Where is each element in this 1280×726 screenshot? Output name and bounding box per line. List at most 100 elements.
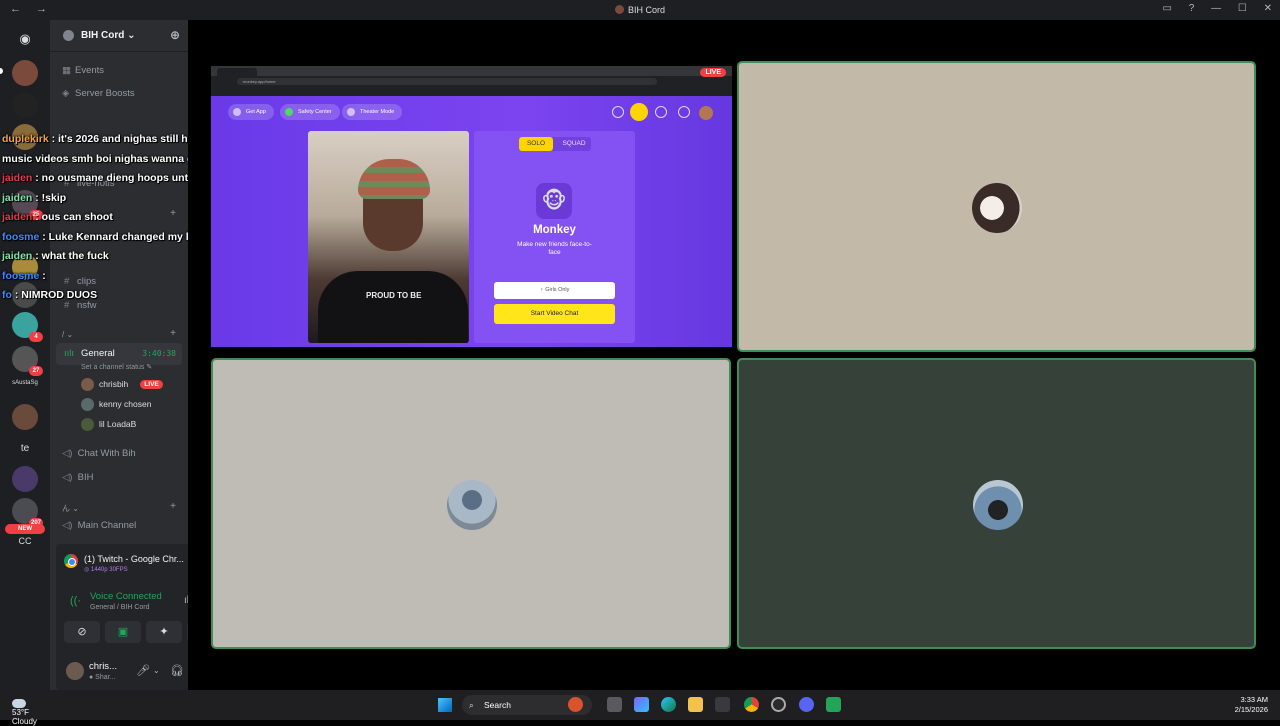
squad-tab[interactable]: SQUAD: [557, 137, 591, 151]
coin-icon[interactable]: [630, 103, 648, 121]
server-icon[interactable]: [12, 404, 38, 430]
discord-icon[interactable]: [799, 697, 814, 712]
edge-icon[interactable]: [661, 697, 676, 712]
participant-tile[interactable]: [737, 61, 1256, 352]
browser-tab: [217, 68, 257, 76]
windows-start-icon[interactable]: [438, 698, 452, 712]
server-avatar-icon: [614, 5, 624, 14]
user-name[interactable]: chris...: [89, 661, 117, 672]
minimize-button[interactable]: —: [1211, 3, 1221, 14]
guild-name: BIH Cord ⌄: [81, 30, 136, 41]
copilot-icon[interactable]: [634, 697, 649, 712]
voice-user[interactable]: lil LoadaB: [81, 418, 136, 432]
search-highlight-icon[interactable]: [568, 697, 583, 712]
participant-tile[interactable]: [211, 358, 731, 649]
voice-connected-sub[interactable]: General / BIH Cord: [90, 604, 150, 611]
nav-label: Safety Center: [298, 109, 332, 115]
server-list: ◉ 25 4 27 sAustaSg te 207 NEW CC: [0, 20, 50, 690]
chat-text: : what the fuck: [32, 250, 109, 262]
app-icon[interactable]: [826, 697, 841, 712]
discord-home-icon[interactable]: ◉: [12, 26, 38, 52]
unread-indicator: [0, 68, 3, 74]
guild-header[interactable]: BIH Cord ⌄ ⊕: [50, 20, 188, 52]
server-text-icon[interactable]: CC: [8, 536, 42, 546]
chat-username: jaiden: [2, 211, 33, 223]
chat-text: :: [39, 269, 46, 282]
server-icon[interactable]: [12, 60, 38, 86]
channel-sidebar: BIH Cord ⌄ ⊕ ▦ Events ◈ Server Boosts # liv…: [50, 20, 232, 690]
history-icon[interactable]: [655, 106, 667, 118]
events-item[interactable]: ▦ Events: [62, 65, 104, 76]
chevron-down-icon[interactable]: ⌄: [153, 666, 160, 675]
settings-icon[interactable]: [678, 106, 690, 118]
calendar-icon: ▦: [62, 65, 71, 76]
file-explorer-icon[interactable]: [688, 697, 703, 712]
get-app-button[interactable]: Get App: [228, 104, 274, 120]
task-view-icon[interactable]: [607, 697, 622, 712]
avatar[interactable]: [66, 662, 84, 680]
server-icon[interactable]: [12, 466, 38, 492]
category-header[interactable]: / ⌄: [62, 330, 73, 339]
bookmarks-bar: [217, 88, 697, 93]
server-text-icon[interactable]: sAustaSg: [8, 380, 42, 386]
server-icon[interactable]: [12, 92, 38, 118]
server-boosts-item[interactable]: ◈ Server Boosts: [62, 88, 135, 99]
girls-only-button[interactable]: ♀ Girls Only: [494, 282, 615, 299]
voice-user-name: chrisbih: [99, 378, 129, 389]
channel-label: Main Channel: [77, 520, 137, 531]
person-add-icon[interactable]: ⊕: [170, 28, 180, 42]
server-text-icon[interactable]: te: [8, 443, 42, 454]
weather-widget[interactable]: 53°F Cloudy: [12, 696, 37, 726]
app-icon[interactable]: [771, 697, 786, 712]
voice-user[interactable]: chrisbih LIVE: [81, 378, 163, 392]
inbox-icon[interactable]: ▭: [1163, 3, 1172, 14]
mode-toggle[interactable]: SOLO SQUAD: [519, 137, 591, 151]
boost-icon: ◈: [62, 88, 70, 99]
window-titlebar: ← → BIH Cord ▭ ? — ☐ ✕: [0, 0, 1280, 20]
server-icon[interactable]: 4: [12, 312, 43, 342]
search-icon[interactable]: [612, 106, 624, 118]
server-icon[interactable]: 27: [12, 346, 43, 376]
headphones-icon[interactable]: 🎧︎: [170, 664, 184, 677]
voice-channel-bih[interactable]: ◁) BIH: [62, 472, 93, 483]
clock-date: 2/15/2026: [1234, 705, 1268, 714]
screen-share-tile[interactable]: monkey.app/home Get App Safety Center Th…: [211, 66, 732, 347]
store-icon[interactable]: [715, 697, 730, 712]
theater-mode-button[interactable]: Theater Mode: [342, 104, 403, 120]
chat-username: fo: [2, 289, 12, 301]
server-badge: 27: [29, 366, 43, 376]
clock[interactable]: 3:33 AM 2/15/2026: [1235, 695, 1268, 715]
window-title-wrap: BIH Cord: [0, 5, 1280, 15]
monkey-logo-icon: 🐵︎: [536, 183, 572, 219]
window-title: BIH Cord: [627, 5, 665, 15]
monkey-page: Get App Safety Center Theater Mode PROUD…: [211, 96, 732, 347]
close-button[interactable]: ✕: [1264, 3, 1272, 14]
camera-off-button[interactable]: ⊘: [64, 621, 100, 643]
stream-quality: ◎ 1440p 30FPS: [84, 567, 128, 573]
category-header[interactable]: ん ⌄: [62, 503, 79, 514]
activities-button[interactable]: ✦: [146, 621, 182, 643]
microphone-icon[interactable]: 🎤︎: [136, 664, 150, 677]
voice-connected-label[interactable]: Voice Connected: [90, 591, 162, 602]
shirt-text: PROUD TO BE: [366, 291, 422, 300]
add-channel-icon[interactable]: +: [170, 501, 176, 512]
voice-user[interactable]: kenny chosen: [81, 398, 151, 412]
add-channel-icon[interactable]: +: [170, 328, 176, 339]
help-icon[interactable]: ?: [1189, 3, 1195, 14]
voice-channel-main[interactable]: ◁) Main Channel: [62, 520, 136, 531]
chrome-icon[interactable]: [744, 697, 759, 712]
start-video-chat-button[interactable]: Start Video Chat: [494, 304, 615, 324]
clock-time: 3:33 AM: [1240, 695, 1268, 704]
voice-channel-chat-with-bih[interactable]: ◁) Chat With Bih: [62, 448, 136, 459]
safety-center-button[interactable]: Safety Center: [280, 104, 340, 120]
voice-user-name: kenny chosen: [99, 398, 152, 409]
live-badge: LIVE: [700, 68, 726, 77]
maximize-button[interactable]: ☐: [1238, 3, 1247, 14]
share-screen-button[interactable]: ▣: [105, 621, 141, 643]
voice-channel-general[interactable]: ıılı General 3:40:38: [56, 343, 182, 365]
avatar[interactable]: [699, 106, 713, 120]
channel-status-input[interactable]: Set a channel status ✎: [81, 363, 152, 371]
server-icon[interactable]: 207: [12, 498, 43, 528]
participant-tile[interactable]: [737, 358, 1256, 649]
solo-tab[interactable]: SOLO: [519, 137, 553, 151]
